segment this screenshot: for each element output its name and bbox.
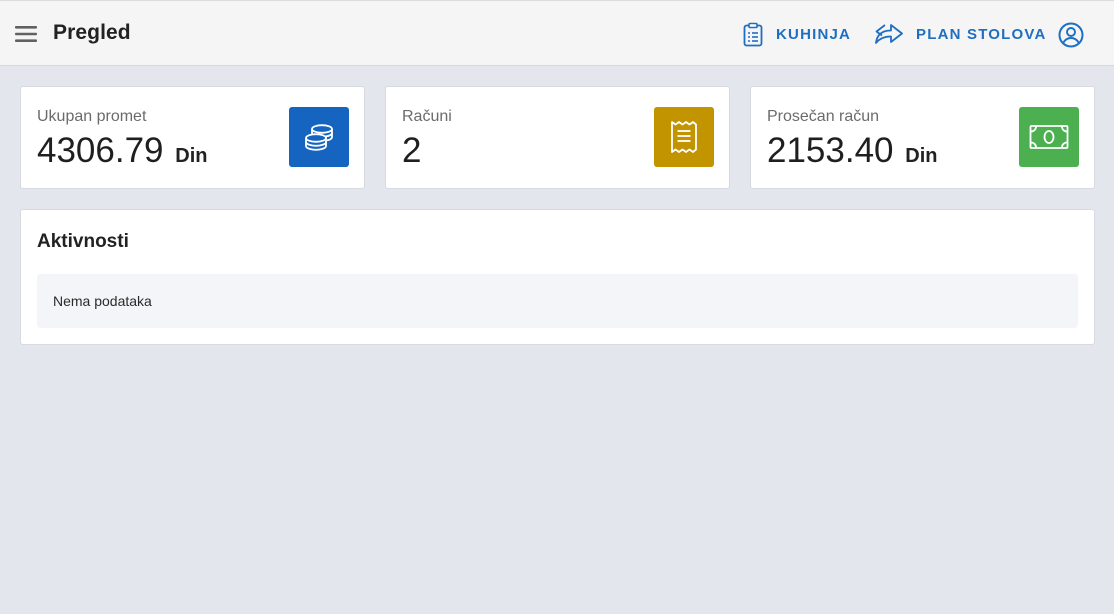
menu-button[interactable] xyxy=(14,22,38,46)
stat-unit: Din xyxy=(175,145,208,167)
stat-badge xyxy=(654,107,714,167)
hamburger-menu-icon xyxy=(15,26,37,42)
activity-title: Aktivnosti xyxy=(37,231,129,252)
receipt-icon xyxy=(671,121,697,153)
stat-badge xyxy=(289,107,349,167)
stat-label: Prosečan račun xyxy=(767,108,880,125)
stat-card-receipts: Računi 2 xyxy=(385,86,730,189)
table-plan-button[interactable]: PLAN STOLOVA xyxy=(874,19,1047,49)
stat-unit: Din xyxy=(905,145,938,167)
share-arrow-icon xyxy=(874,21,904,47)
coins-icon xyxy=(305,124,333,151)
kitchen-button-label: KUHINJA xyxy=(776,25,852,43)
stat-badge xyxy=(1019,107,1079,167)
stat-value: 2 xyxy=(402,131,422,170)
stat-label: Ukupan promet xyxy=(37,108,147,125)
kitchen-button[interactable]: KUHINJA xyxy=(742,19,851,49)
top-app-bar: Pregled KUHINJA PLAN STOLOVA xyxy=(0,0,1114,66)
stat-value: 4306.79 Din xyxy=(37,131,208,170)
account-button[interactable] xyxy=(1058,22,1084,48)
activity-empty-state: Nema podataka xyxy=(37,274,1078,328)
account-circle-icon xyxy=(1058,22,1084,48)
cash-icon xyxy=(1029,125,1069,149)
stat-label: Računi xyxy=(402,108,452,125)
empty-state-text: Nema podataka xyxy=(53,293,152,309)
activity-card: Aktivnosti Nema podataka xyxy=(20,209,1095,345)
stat-card-total-turnover: Ukupan promet 4306.79 Din xyxy=(20,86,365,189)
clipboard-list-icon xyxy=(742,21,764,47)
page-title: Pregled xyxy=(53,21,131,44)
stat-card-average-receipt: Prosečan račun 2153.40 Din xyxy=(750,86,1095,189)
stat-value: 2153.40 Din xyxy=(767,131,938,170)
table-plan-button-label: PLAN STOLOVA xyxy=(916,25,1047,43)
